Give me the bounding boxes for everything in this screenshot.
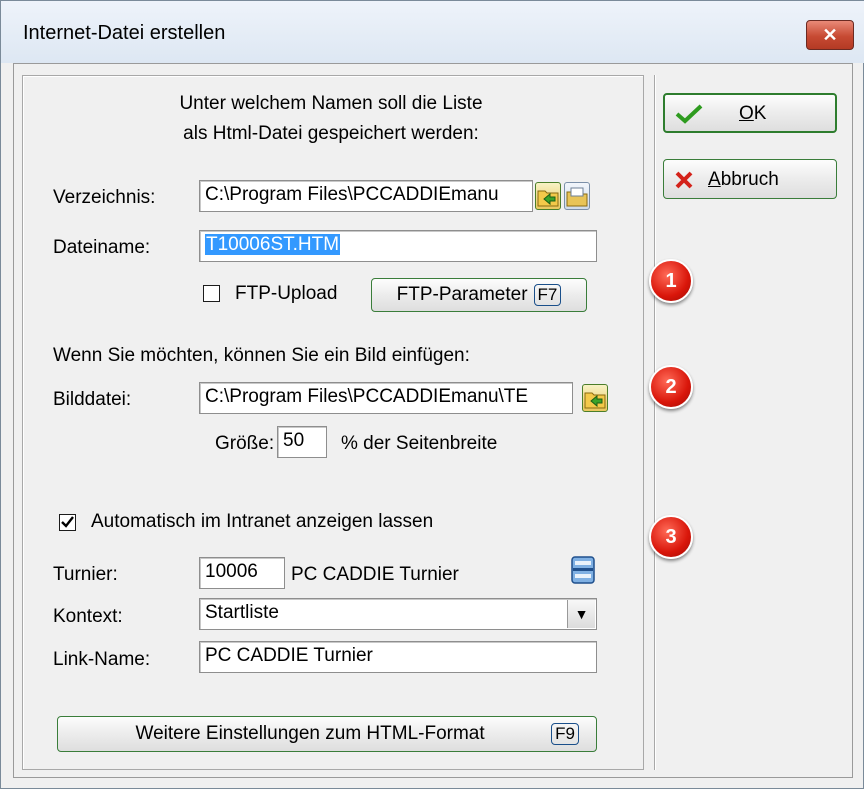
verzeichnis-input[interactable]: C:\Program Files\PCCADDIEmanu [199,180,533,212]
bilddatei-label: Bilddatei: [53,389,132,410]
ftp-parameter-label: FTP-Parameter [396,284,528,305]
dateiname-input[interactable]: T10006ST.HTM [199,230,597,262]
groesse-input[interactable]: 50 [277,426,327,458]
ok-button[interactable]: OK [663,93,837,133]
title-bar: Internet-Datei erstellen ✕ [1,1,864,63]
cancel-label: Abbruch [708,169,779,190]
dialog-window: Internet-Datei erstellen ✕ Unter welchem… [0,0,864,789]
bilddatei-input[interactable]: C:\Program Files\PCCADDIEmanu\TE [199,382,573,414]
intro-line-2: als Html-Datei gespeichert werden: [183,123,479,144]
dateiname-label: Dateiname: [53,237,151,258]
dateiname-value: T10006ST.HTM [205,234,341,255]
folder-open-icon[interactable] [564,182,590,210]
folder-browse-icon[interactable] [535,182,561,210]
annotation-badge-2: 2 [649,365,693,409]
linkname-input[interactable]: PC CADDIE Turnier [199,641,597,673]
vertical-separator [654,75,656,770]
annotation-badge-1: 1 [649,259,693,303]
check-icon [675,104,703,130]
kontext-label: Kontext: [53,606,123,627]
window-title: Internet-Datei erstellen [23,22,226,44]
ok-label: OK [739,103,767,124]
groesse-suffix: % der Seitenbreite [341,433,498,454]
intranet-auto-checkbox[interactable] [59,514,76,531]
html-format-label: Weitere Einstellungen zum HTML-Format [135,723,485,744]
close-button[interactable]: ✕ [806,20,854,50]
bild-heading: Wenn Sie möchten, können Sie ein Bild ei… [53,345,470,366]
checkmark-icon [61,516,74,528]
intranet-auto-label: Automatisch im Intranet anzeigen lassen [91,511,434,532]
kontext-value: Startliste [205,602,279,623]
ftp-parameter-button[interactable]: FTP-Parameter F7 [371,278,587,312]
kontext-select[interactable]: Startliste ▼ [199,598,597,630]
turnier-input[interactable]: 10006 [199,557,285,589]
html-format-button[interactable]: Weitere Einstellungen zum HTML-Format F9 [57,716,597,752]
groesse-label: Größe: [215,433,275,454]
ftp-upload-checkbox[interactable] [203,285,220,302]
ftp-upload-label: FTP-Upload [235,283,338,304]
bild-browse-icon[interactable] [582,384,608,412]
verzeichnis-label: Verzeichnis: [53,187,156,208]
chevron-down-icon[interactable]: ▼ [567,600,595,628]
intro-line-1: Unter welchem Namen soll die Liste [179,93,483,114]
cancel-button[interactable]: Abbruch [663,159,837,199]
linkname-label: Link-Name: [53,649,151,670]
html-format-key: F9 [551,723,579,745]
turnier-list-icon[interactable] [570,555,596,585]
turnier-name: PC CADDIE Turnier [291,564,459,585]
cancel-x-icon [674,170,694,196]
ftp-parameter-key: F7 [533,284,562,306]
turnier-label: Turnier: [53,564,118,585]
annotation-badge-3: 3 [649,515,693,559]
